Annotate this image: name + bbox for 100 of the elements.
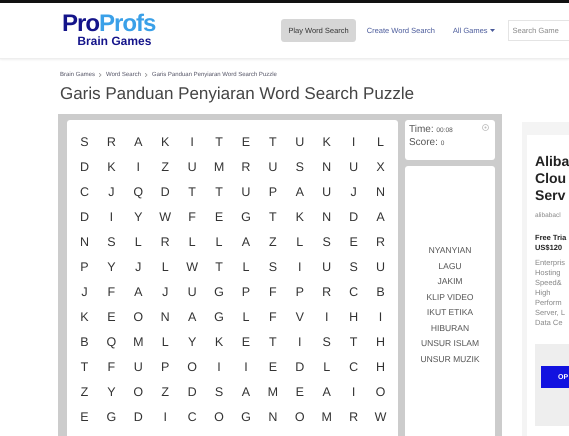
grid-letter[interactable]: J — [71, 280, 98, 305]
grid-letter[interactable]: P — [232, 280, 260, 305]
grid-letter[interactable]: D — [71, 155, 98, 180]
grid-letter[interactable]: Q — [124, 180, 152, 205]
grid-letter[interactable]: O — [124, 380, 152, 405]
grid-letter[interactable]: C — [340, 355, 368, 380]
grid-letter[interactable]: P — [152, 355, 179, 380]
grid-letter[interactable]: C — [71, 180, 98, 205]
grid-letter[interactable]: H — [367, 330, 394, 355]
grid-letter[interactable]: T — [71, 355, 98, 380]
grid-letter[interactable]: L — [152, 330, 179, 355]
grid-letter[interactable]: Z — [152, 380, 179, 405]
grid-letter[interactable]: L — [367, 130, 394, 155]
grid-letter[interactable]: R — [232, 155, 260, 180]
grid-letter[interactable]: S — [340, 255, 368, 280]
grid-letter[interactable]: I — [206, 355, 232, 380]
grid-letter[interactable]: E — [71, 405, 98, 430]
grid-letter[interactable]: X — [367, 155, 394, 180]
grid-letter[interactable]: A — [124, 130, 152, 155]
grid-letter[interactable]: I — [340, 380, 368, 405]
grid-letter[interactable]: L — [286, 230, 314, 255]
grid-letter[interactable]: K — [206, 330, 232, 355]
grid-letter[interactable]: K — [98, 155, 125, 180]
grid-letter[interactable]: L — [124, 230, 152, 255]
grid-letter[interactable]: O — [178, 355, 206, 380]
grid-letter[interactable]: T — [259, 330, 286, 355]
grid-letter[interactable]: W — [152, 205, 179, 230]
grid-letter[interactable]: J — [152, 280, 179, 305]
grid-letter[interactable]: N — [71, 230, 98, 255]
grid-letter[interactable]: E — [259, 355, 286, 380]
grid-letter[interactable]: Q — [98, 330, 125, 355]
grid-letter[interactable]: K — [313, 130, 340, 155]
grid-letter[interactable]: L — [232, 255, 260, 280]
grid-letter[interactable]: I — [367, 305, 394, 330]
grid-letter[interactable]: A — [178, 305, 206, 330]
grid-letter[interactable]: N — [259, 405, 286, 430]
grid-letter[interactable]: O — [367, 380, 394, 405]
grid-letter[interactable]: U — [259, 155, 286, 180]
grid-letter[interactable]: G — [206, 280, 232, 305]
grid-letter[interactable]: N — [367, 180, 394, 205]
grid-letter[interactable]: J — [340, 180, 368, 205]
grid-letter[interactable]: B — [71, 330, 98, 355]
grid-letter[interactable]: G — [206, 305, 232, 330]
grid-letter[interactable]: C — [340, 280, 368, 305]
grid-letter[interactable]: L — [152, 255, 179, 280]
grid-letter[interactable]: F — [98, 355, 125, 380]
grid-letter[interactable]: A — [232, 230, 260, 255]
grid-letter[interactable]: D — [152, 180, 179, 205]
grid-letter[interactable]: E — [232, 130, 260, 155]
grid-letter[interactable]: U — [178, 280, 206, 305]
grid-letter[interactable]: R — [367, 230, 394, 255]
grid-letter[interactable]: U — [313, 255, 340, 280]
grid-letter[interactable]: Z — [71, 380, 98, 405]
grid-letter[interactable]: P — [71, 255, 98, 280]
grid-letter[interactable]: F — [259, 305, 286, 330]
grid-letter[interactable]: I — [98, 205, 125, 230]
grid-letter[interactable]: N — [313, 155, 340, 180]
grid-letter[interactable]: S — [98, 230, 125, 255]
grid-letter[interactable]: E — [286, 380, 314, 405]
grid-letter[interactable]: M — [259, 380, 286, 405]
grid-letter[interactable]: F — [98, 280, 125, 305]
grid-letter[interactable]: E — [232, 330, 260, 355]
grid-letter[interactable]: E — [98, 305, 125, 330]
grid-letter[interactable]: I — [124, 155, 152, 180]
grid-letter[interactable]: S — [313, 230, 340, 255]
grid-letter[interactable]: O — [286, 405, 314, 430]
grid-letter[interactable]: S — [313, 330, 340, 355]
grid-letter[interactable]: U — [178, 155, 206, 180]
grid-letter[interactable]: R — [152, 230, 179, 255]
grid-letter[interactable]: T — [206, 255, 232, 280]
grid-letter[interactable]: P — [259, 180, 286, 205]
grid-letter[interactable]: Y — [178, 330, 206, 355]
grid-letter[interactable]: J — [98, 180, 125, 205]
grid-letter[interactable]: S — [286, 155, 314, 180]
grid-letter[interactable]: I — [313, 305, 340, 330]
grid-letter[interactable]: S — [71, 130, 98, 155]
grid-letter[interactable]: W — [367, 405, 394, 430]
grid-letter[interactable]: O — [124, 305, 152, 330]
grid-letter[interactable]: B — [367, 280, 394, 305]
grid-letter[interactable]: P — [286, 280, 314, 305]
grid-letter[interactable]: T — [206, 130, 232, 155]
grid-letter[interactable]: D — [340, 205, 368, 230]
grid-letter[interactable]: Z — [152, 155, 179, 180]
grid-letter[interactable]: U — [286, 130, 314, 155]
grid-letter[interactable]: U — [232, 180, 260, 205]
grid-letter[interactable]: T — [259, 130, 286, 155]
grid-letter[interactable]: A — [232, 380, 260, 405]
grid-letter[interactable]: G — [98, 405, 125, 430]
grid-letter[interactable]: L — [178, 230, 206, 255]
grid-letter[interactable]: U — [313, 180, 340, 205]
grid-letter[interactable]: T — [206, 180, 232, 205]
grid-letter[interactable]: I — [152, 405, 179, 430]
help-icon[interactable] — [482, 124, 489, 131]
grid-letter[interactable]: R — [313, 280, 340, 305]
grid-letter[interactable]: U — [367, 255, 394, 280]
grid-letter[interactable]: T — [259, 205, 286, 230]
grid-letter[interactable]: Y — [98, 380, 125, 405]
grid-letter[interactable]: A — [367, 205, 394, 230]
grid-letter[interactable]: U — [124, 355, 152, 380]
grid-letter[interactable]: S — [206, 380, 232, 405]
